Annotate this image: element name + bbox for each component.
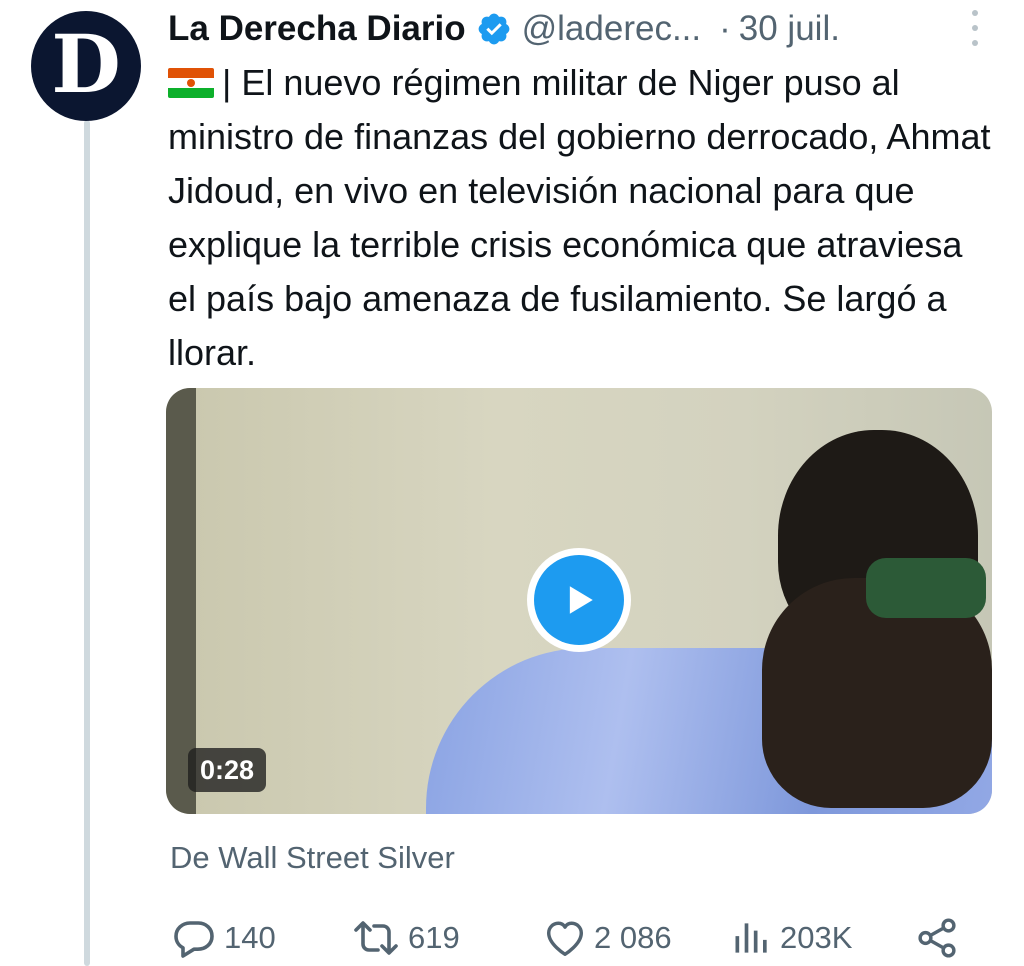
video-player[interactable]: 0:28 [166, 388, 992, 814]
heart-icon [546, 921, 584, 957]
share-button[interactable] [914, 910, 966, 966]
separator-dot: · [719, 9, 731, 48]
views-button[interactable]: 203K [730, 910, 852, 966]
share-icon [918, 918, 956, 958]
avatar[interactable]: D [31, 11, 141, 121]
tweet-header: La Derecha Diario @laderec... · 30 juil. [168, 4, 1024, 54]
reply-button[interactable]: 140 [170, 910, 276, 966]
like-button[interactable]: 2 086 [542, 910, 672, 966]
more-dot [972, 40, 978, 46]
avatar-logo-letter: D [51, 17, 121, 111]
tweet-actions: 140 619 2 086 203K [170, 910, 970, 966]
thread-line [84, 120, 90, 966]
retweet-button[interactable]: 619 [350, 910, 460, 966]
author-handle[interactable]: @laderec... [522, 9, 702, 49]
tweet-text: | El nuevo régimen militar de Niger puso… [168, 56, 998, 380]
retweet-icon [354, 921, 398, 955]
views-count: 203K [780, 920, 853, 955]
video-source[interactable]: De Wall Street Silver [170, 840, 455, 876]
tweet-date[interactable]: 30 juil. [739, 9, 840, 49]
analytics-icon [735, 923, 767, 953]
retweet-count: 619 [408, 920, 460, 955]
tweet-body: | El nuevo régimen militar de Niger puso… [168, 62, 1001, 373]
play-icon [534, 555, 624, 645]
more-dot [972, 10, 978, 16]
play-triangle-icon [569, 586, 593, 614]
more-options-icon[interactable] [968, 10, 982, 46]
author-name[interactable]: La Derecha Diario [168, 9, 466, 49]
verified-badge-icon [478, 13, 509, 45]
more-dot [972, 25, 978, 31]
reply-icon [174, 921, 214, 958]
play-button[interactable] [527, 548, 631, 652]
reply-count: 140 [224, 920, 276, 955]
video-frame-handkerchief [866, 558, 986, 618]
niger-flag-icon [168, 68, 214, 98]
video-duration: 0:28 [188, 748, 267, 792]
like-count: 2 086 [594, 920, 672, 955]
